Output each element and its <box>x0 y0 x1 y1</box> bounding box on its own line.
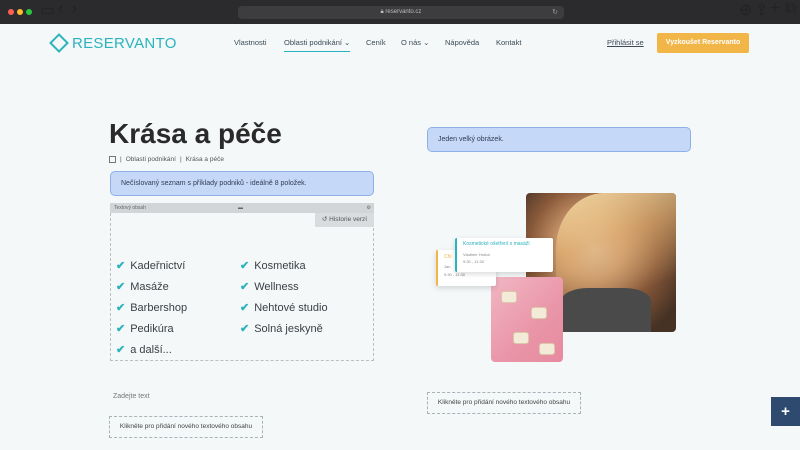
nav-vlastnosti[interactable]: Vlastnosti <box>234 38 267 47</box>
tabs-overview-icon[interactable]: ⧉ <box>785 0 796 18</box>
download-icon[interactable]: ⊕ <box>739 0 752 20</box>
list-item: ✔ Wellness <box>240 280 299 294</box>
card-subtitle: Jan <box>444 264 451 269</box>
list-item-label: Nehtové studio <box>254 301 328 314</box>
list-item-label: Barbershop <box>130 301 188 314</box>
list-item: ✔ Pedikúra <box>116 322 174 336</box>
cosmetic-jar-icon <box>539 343 555 355</box>
text-placeholder[interactable]: Zadejte text <box>113 393 150 400</box>
address-bar[interactable]: 🔒︎ reservanto.cz ↻ <box>238 6 564 19</box>
list-item: ✔ Solná jeskyně <box>240 322 323 336</box>
list-item: ✔ Masáže <box>116 280 169 294</box>
card-time: 9:30 - 11:30 <box>463 259 485 264</box>
back-icon[interactable]: ‹ <box>58 0 63 18</box>
breadcrumb: | Oblasti podnikání | Krása a péče <box>109 156 224 163</box>
check-icon: ✔ <box>116 344 126 356</box>
nav-o-nas-label: O nás <box>401 38 422 47</box>
check-icon: ✔ <box>116 323 126 335</box>
chevron-down-icon: ⌄ <box>423 38 430 47</box>
maximize-window-dot[interactable] <box>26 9 32 15</box>
list-item-label: Kadeřnictví <box>130 259 186 272</box>
add-content-fab[interactable]: + <box>771 397 800 426</box>
list-item: ✔ a další... <box>116 343 172 357</box>
sidebar-toggle-icon[interactable]: ▭ <box>40 0 55 20</box>
history-label: Historie verzí <box>329 216 368 223</box>
home-icon[interactable] <box>109 156 116 163</box>
cosmetics-photo[interactable] <box>491 277 563 362</box>
list-item: ✔ Kadeřnictví <box>116 259 186 273</box>
list-item-label: Wellness <box>254 280 299 293</box>
check-icon: ✔ <box>116 260 126 272</box>
settings-icon[interactable]: ⚙ <box>367 203 371 213</box>
cosmetic-jar-icon <box>531 307 547 319</box>
close-window-dot[interactable] <box>8 9 14 15</box>
address-text: reservanto.cz <box>385 9 422 15</box>
list-item: ✔ Barbershop <box>116 301 188 315</box>
card-title: Chi <box>444 254 452 260</box>
login-link[interactable]: Přihlásit se <box>607 38 644 47</box>
share-icon[interactable]: ⇪ <box>755 0 768 20</box>
nav-napoveda[interactable]: Nápověda <box>445 38 479 47</box>
check-icon: ✔ <box>116 281 126 293</box>
lock-icon: 🔒︎ <box>380 9 384 15</box>
check-icon: ✔ <box>240 302 250 314</box>
breadcrumb-item[interactable]: Oblasti podnikání <box>126 156 176 163</box>
card-name: Vladimír Hrubá <box>463 252 490 257</box>
history-icon: ↺ <box>321 216 328 223</box>
list-item-label: Masáže <box>130 280 169 293</box>
nav-oblasti-podnikani[interactable]: Oblasti podnikání ⌄ <box>284 38 351 52</box>
list-item-label: Pedikúra <box>130 322 174 335</box>
editor-note-image: Jeden velký obrázek. <box>427 127 691 152</box>
list-item-label: Kosmetika <box>254 259 306 272</box>
check-icon: ✔ <box>240 260 250 272</box>
check-icon: ✔ <box>116 302 126 314</box>
drag-handle-icon[interactable]: ▬ <box>238 203 243 213</box>
list-item: ✔ Nehtové studio <box>240 301 328 315</box>
cosmetic-jar-icon <box>501 291 517 303</box>
editor-toolbar: Textový obsah ▬ ⚙ <box>110 203 374 213</box>
photo-shirt-shape <box>561 288 651 332</box>
minimize-window-dot[interactable] <box>17 9 23 15</box>
list-item-label: Solná jeskyně <box>254 322 323 335</box>
site-logo[interactable]: RESERVANTO <box>49 33 177 53</box>
booking-card-front: Kosmetické ošetření s masáží Vladimír Hr… <box>455 238 553 272</box>
nav-o-nas[interactable]: O nás ⌄ <box>401 38 429 47</box>
breadcrumb-separator: | <box>179 156 182 163</box>
logo-text: RESERVANTO <box>72 34 177 52</box>
reload-icon[interactable]: ↻ <box>552 6 558 19</box>
chevron-down-icon: ⌄ <box>344 38 351 47</box>
nav-kontakt[interactable]: Kontakt <box>496 38 521 47</box>
nav-oblasti-label: Oblasti podnikání <box>284 38 342 47</box>
note-text: Nečíslovaný seznam s příklady podniků - … <box>121 180 307 187</box>
card-time: 9:30 - 11:30 <box>444 272 466 277</box>
card-title: Kosmetické ošetření s masáží <box>463 241 530 247</box>
breadcrumb-current: Krása a péče <box>185 156 224 163</box>
logo-mark-icon <box>49 33 69 53</box>
list-item: ✔ Kosmetika <box>240 259 306 273</box>
list-item-label: a další... <box>130 343 172 356</box>
nav-cenik[interactable]: Ceník <box>366 38 386 47</box>
add-text-content-button[interactable]: Klikněte pro přidání nového textového ob… <box>109 416 263 438</box>
forward-icon[interactable]: › <box>72 0 77 18</box>
note-text: Jeden velký obrázek. <box>438 136 504 143</box>
editor-note-list: Nečíslovaný seznam s příklady podniků - … <box>110 171 374 196</box>
page-title: Krása a péče <box>109 118 282 149</box>
new-tab-icon[interactable]: + <box>770 0 779 18</box>
check-icon: ✔ <box>240 323 250 335</box>
breadcrumb-separator: | <box>120 156 122 163</box>
try-reservanto-button[interactable]: Vyzkoušet Reservanto <box>657 33 749 53</box>
cosmetic-jar-icon <box>513 332 529 344</box>
editor-label: Textový obsah <box>114 205 146 211</box>
add-text-content-button[interactable]: Klikněte pro přidání nového textového ob… <box>427 392 581 414</box>
history-button[interactable]: ↺ Historie verzí <box>315 213 374 227</box>
check-icon: ✔ <box>240 281 250 293</box>
